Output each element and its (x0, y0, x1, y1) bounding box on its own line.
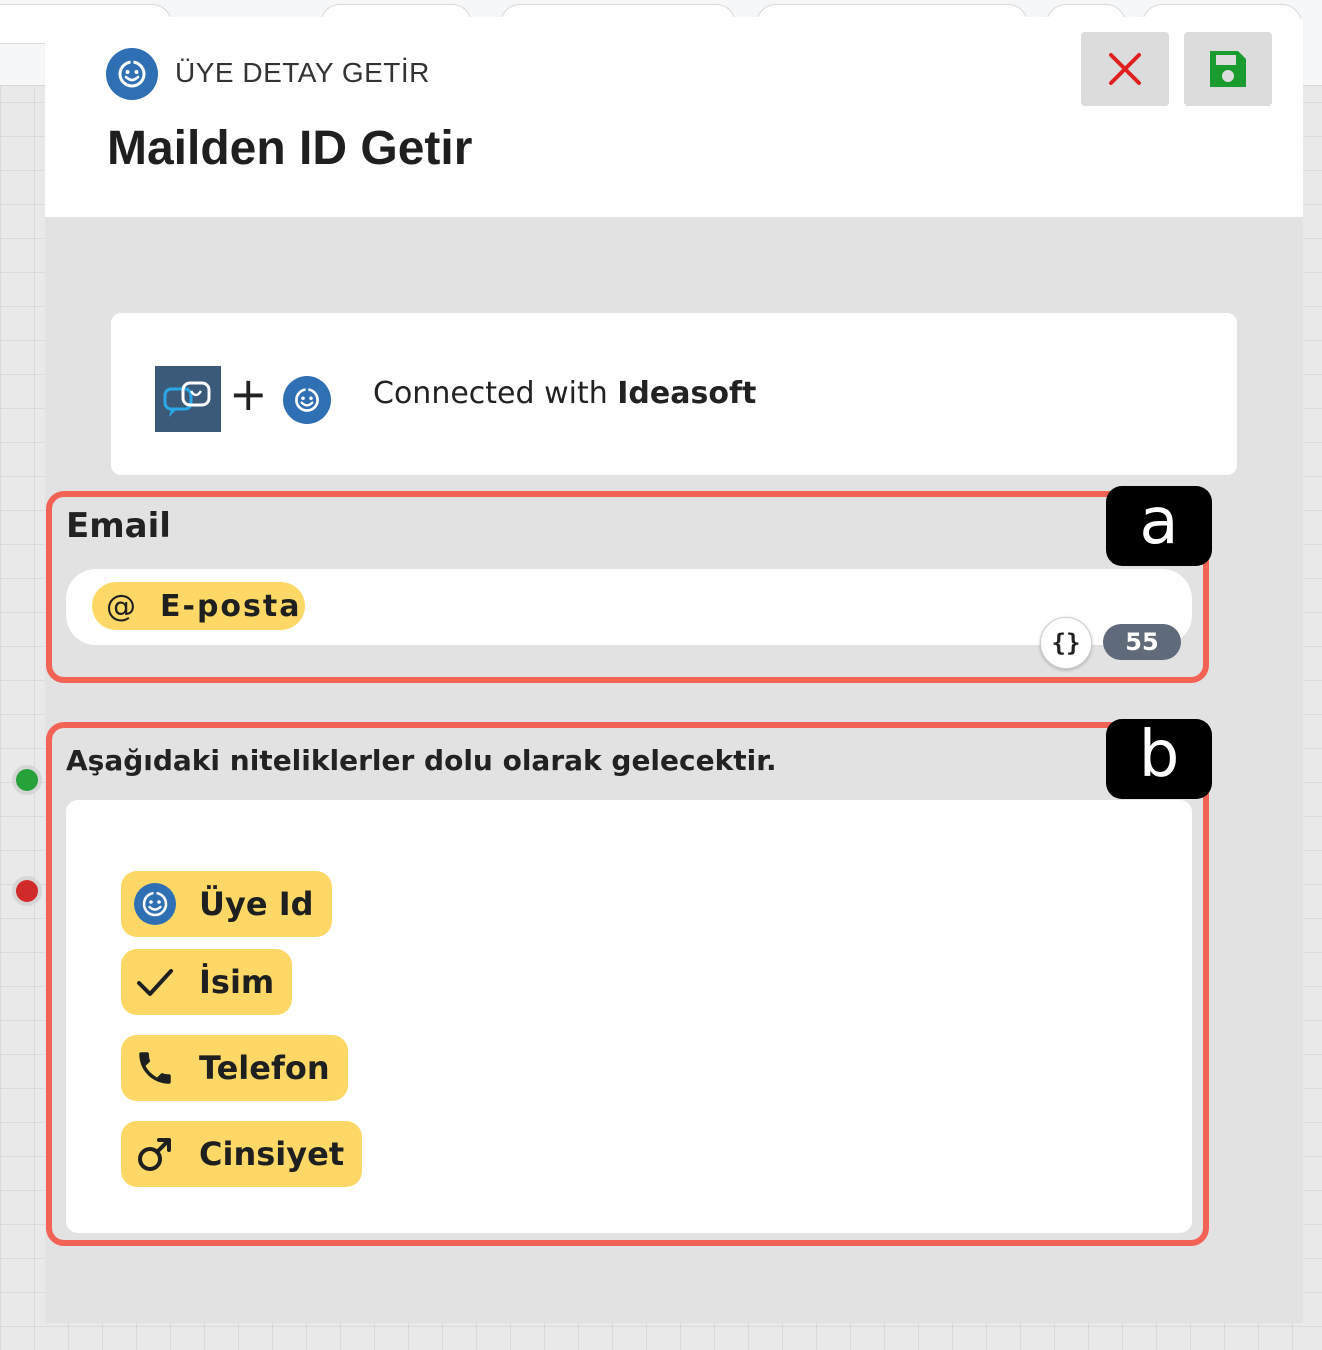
attribute-chip-telefon: Telefon (121, 1035, 348, 1101)
page-title: Mailden ID Getir (107, 122, 473, 175)
ideasoft-logo-icon (133, 882, 177, 926)
attributes-label: Aşağıdaki niteliklerler dolu olarak gele… (66, 744, 777, 777)
email-variable-chip[interactable]: @ E-posta (92, 582, 305, 630)
annotation-marker-b: b (1106, 719, 1212, 799)
close-icon (1109, 53, 1141, 85)
modal-header: ÜYE DETAY GETİR Mailden ID Getir (45, 17, 1303, 217)
close-button[interactable] (1081, 32, 1169, 106)
curly-braces-icon: {} (1051, 629, 1081, 657)
attribute-label: Üye Id (199, 885, 314, 923)
annotation-marker-a: a (1106, 486, 1212, 566)
connected-service-name: Ideasoft (617, 376, 757, 411)
background-node-status (12, 876, 42, 906)
connection-card: + Connected with Ideasoft (111, 313, 1237, 475)
app-logo-icon (155, 366, 221, 432)
attribute-label: Cinsiyet (199, 1135, 345, 1173)
plus-icon: + (229, 367, 268, 421)
connection-prefix: Connected with (373, 376, 618, 411)
attribute-chip-uye-id: Üye Id (121, 871, 332, 937)
save-button[interactable] (1184, 32, 1272, 106)
attribute-chip-cinsiyet: Cinsiyet (121, 1121, 363, 1187)
attribute-label: Telefon (199, 1049, 330, 1087)
ideasoft-logo-icon (283, 376, 331, 424)
modal-subtitle: ÜYE DETAY GETİR (175, 57, 430, 88)
variable-picker-button[interactable]: {} (1040, 617, 1092, 669)
gender-male-icon (133, 1132, 177, 1176)
phone-icon (133, 1046, 177, 1090)
background-node-status (12, 765, 42, 795)
at-sign-icon: @ (106, 588, 138, 624)
ideasoft-logo-icon (106, 48, 158, 100)
character-count-badge: 55 (1103, 624, 1181, 660)
connection-status-text: Connected with Ideasoft (373, 376, 756, 411)
email-chip-label: E-posta (160, 588, 302, 624)
check-icon (133, 960, 177, 1004)
email-label: Email (66, 506, 171, 546)
save-icon (1210, 51, 1246, 87)
attribute-chip-isim: İsim (121, 949, 293, 1015)
attribute-label: İsim (199, 963, 275, 1001)
